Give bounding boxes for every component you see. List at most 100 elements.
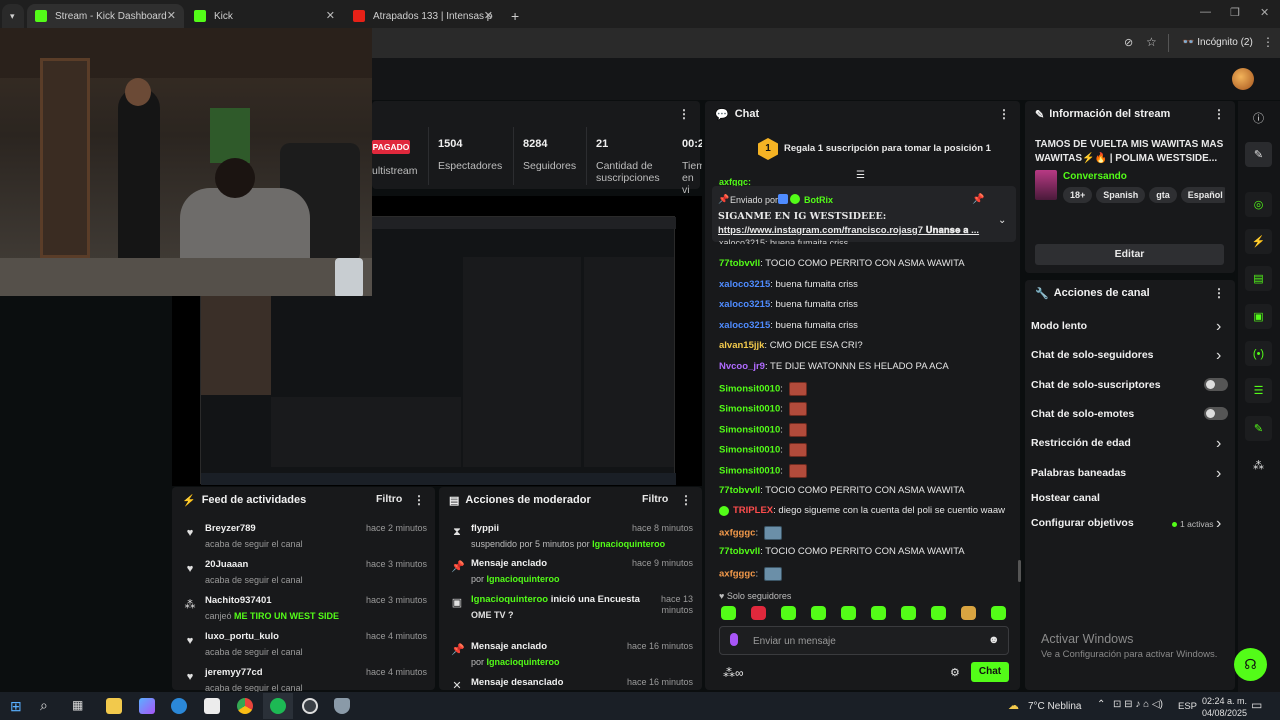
chat-username[interactable]: xaloco3215 <box>719 279 770 290</box>
browser-menu-icon[interactable]: ⋮ <box>1262 35 1274 49</box>
channel-action-item[interactable]: Chat de solo-emotes <box>1031 408 1134 420</box>
chat-message[interactable]: xaloco3215: buena fumaita criss <box>719 320 858 331</box>
search-icon[interactable]: ⌕ <box>40 697 48 714</box>
expand-icon[interactable]: ☰ <box>856 170 865 181</box>
stream-tag[interactable]: gta <box>1149 187 1177 203</box>
chat-message[interactable]: 77tobvvll: TOCIO COMO PERRITO CON ASMA W… <box>719 258 965 269</box>
emote-icon[interactable] <box>788 402 807 417</box>
channel-action-item[interactable]: Hostear canal <box>1031 492 1100 504</box>
chevron-right-icon[interactable]: › <box>1216 515 1221 533</box>
emote-icon[interactable] <box>788 464 807 478</box>
channel-action-item[interactable]: Chat de solo-seguidores <box>1031 349 1154 361</box>
copilot-icon[interactable] <box>139 698 155 714</box>
chat-username[interactable]: 77tobvvll <box>719 258 760 269</box>
shield-icon[interactable] <box>334 698 350 714</box>
windows-start-icon[interactable]: ⊞ <box>10 698 22 715</box>
chat-message[interactable]: TRIPLEX: diego sigueme con la cuenta del… <box>719 505 1005 516</box>
chat-username[interactable]: Simonsit0010 <box>719 466 780 477</box>
channel-action-item[interactable]: Chat de solo-suscriptores <box>1031 379 1161 391</box>
emote-icon[interactable] <box>763 567 782 581</box>
avatar[interactable] <box>1232 68 1254 90</box>
tab-list-button[interactable]: ▾ <box>2 4 24 28</box>
chat-username[interactable]: TRIPLEX <box>733 505 773 516</box>
chat-scrollbar[interactable] <box>1018 560 1021 582</box>
close-icon[interactable]: ✕ <box>326 9 335 22</box>
chat-username[interactable]: axfgggc <box>719 569 755 580</box>
emote-icon[interactable] <box>763 525 782 540</box>
document-icon[interactable]: ▤ <box>1245 266 1272 291</box>
category-name[interactable]: Conversando <box>1063 171 1127 182</box>
list-item[interactable]: ▣ Ignacioquinteroo inició una Encuesta OME… <box>452 594 693 620</box>
list-item[interactable]: ⧗ flyppii suspendido por 5 minutos por Ign… <box>453 523 693 549</box>
pencil-icon[interactable]: ✎ <box>1245 142 1272 167</box>
emote-icon[interactable] <box>871 606 886 620</box>
stream-tag[interactable]: Español <box>1180 187 1225 203</box>
emote-icon[interactable] <box>751 606 766 620</box>
language-indicator[interactable]: ESP <box>1178 701 1197 712</box>
chat-message[interactable]: axfgggc: <box>719 567 782 581</box>
points-icon[interactable]: ⁂∞ <box>723 666 744 680</box>
emote-icon[interactable] <box>991 606 1006 620</box>
emote-icon[interactable] <box>721 606 736 620</box>
emote-icon[interactable] <box>788 422 807 437</box>
chat-message[interactable]: Simonsit0010: <box>719 422 807 437</box>
store-icon[interactable] <box>204 698 220 714</box>
pin-action-icon[interactable]: 📌 <box>972 194 984 205</box>
chevron-up-icon[interactable]: ⌃ <box>1097 699 1105 710</box>
chat-username[interactable]: xaloco3215 <box>719 299 770 310</box>
chat-message[interactable]: 77tobvvll: TOCIO COMO PERRITO CON ASMA W… <box>719 485 965 496</box>
chat-username[interactable]: 77tobvvll <box>719 485 760 496</box>
eye-off-icon[interactable]: ⊘ <box>1124 36 1133 49</box>
task-view-icon[interactable]: ▦ <box>72 698 83 712</box>
toggle-switch[interactable] <box>1204 378 1228 391</box>
chat-username[interactable]: xaloco3215 <box>719 320 770 331</box>
chevron-right-icon[interactable]: › <box>1216 347 1221 365</box>
weather-text[interactable]: 7°C Neblina <box>1028 701 1081 712</box>
chat-message[interactable]: xaloco3215: buena fumaita criss <box>719 279 858 290</box>
emote-icon[interactable] <box>901 606 916 620</box>
chevron-right-icon[interactable]: › <box>1216 465 1221 483</box>
more-options-icon[interactable]: ⋮ <box>413 493 425 507</box>
more-options-icon[interactable]: ⋮ <box>1213 286 1225 300</box>
list-item[interactable]: ✕ Mensaje desanclado hace 16 minutos <box>452 677 693 692</box>
minimize-icon[interactable]: — <box>1200 6 1211 18</box>
maximize-icon[interactable]: ❐ <box>1230 6 1240 19</box>
chat-username[interactable]: Nvcoo_jr9 <box>719 361 765 372</box>
list-item[interactable]: ♥ Breyzer789 acaba de seguir el canal hace … <box>187 523 427 549</box>
list-item[interactable]: ♥ 20Juaaan acaba de seguir el canal hace 3 … <box>187 559 427 585</box>
emote-icon[interactable] <box>841 606 856 620</box>
chat-bubble-icon[interactable]: ▣ <box>1245 304 1272 329</box>
list-item[interactable]: ⁂ Nachito937401 canjeó ME TIRO UN WEST SID… <box>185 595 428 621</box>
list-icon[interactable]: ☰ <box>1245 378 1272 403</box>
tab-kick-dashboard[interactable]: Stream - Kick Dashboard ✕ <box>27 4 184 28</box>
stream-tag[interactable]: 18+ <box>1063 187 1093 203</box>
chevron-right-icon[interactable]: › <box>1216 435 1221 453</box>
pinned-line-2[interactable]: https://www.instagram.com/francisco.roja… <box>718 225 988 236</box>
chat-username[interactable]: Simonsit0010 <box>719 404 780 415</box>
gear-icon[interactable]: ⚙ <box>950 666 960 679</box>
clock-date[interactable]: 04/08/2025 <box>1202 708 1247 718</box>
chat-message[interactable]: Nvcoo_jr9: TE DIJE WATONNN ES HELADO PA … <box>719 361 949 372</box>
chat-username[interactable]: Simonsit0010 <box>719 383 780 394</box>
list-item[interactable]: 📌 Mensaje anclado por Ignacioquinteroo hace… <box>451 558 693 584</box>
chat-message[interactable]: 77tobvvll: TOCIO COMO PERRITO CON ASMA W… <box>719 546 965 557</box>
new-tab-button[interactable]: + <box>503 4 523 28</box>
incognito-indicator[interactable]: 👓 Incógnito (2) <box>1182 37 1253 48</box>
more-options-icon[interactable]: ⋮ <box>680 493 692 507</box>
emoji-icon[interactable]: ☻ <box>988 634 1000 646</box>
chat-username[interactable]: 77tobvvll <box>719 546 760 557</box>
chat-username[interactable]: axfgggc <box>719 527 755 538</box>
close-window-icon[interactable]: ✕ <box>1260 6 1269 19</box>
emote-icon[interactable] <box>961 606 976 620</box>
chevron-right-icon[interactable]: › <box>1216 318 1221 336</box>
chat-username[interactable]: Simonsit0010 <box>719 424 780 435</box>
channel-action-item[interactable]: Restricción de edad <box>1031 437 1131 449</box>
sub-gift-banner[interactable]: Regala 1 suscripción para tomar la posic… <box>784 143 991 154</box>
apps-icon[interactable]: ⁂ <box>1245 453 1272 478</box>
broadcast-icon[interactable]: (•) <box>1245 341 1272 366</box>
toggle-switch[interactable] <box>1204 407 1228 420</box>
emote-icon[interactable] <box>931 606 946 620</box>
chat-username[interactable]: Simonsit0010 <box>719 445 780 456</box>
notification-icon[interactable]: ▭ <box>1251 698 1262 712</box>
chat-message[interactable]: xaloco3215: buena fumaita criss <box>719 299 858 310</box>
